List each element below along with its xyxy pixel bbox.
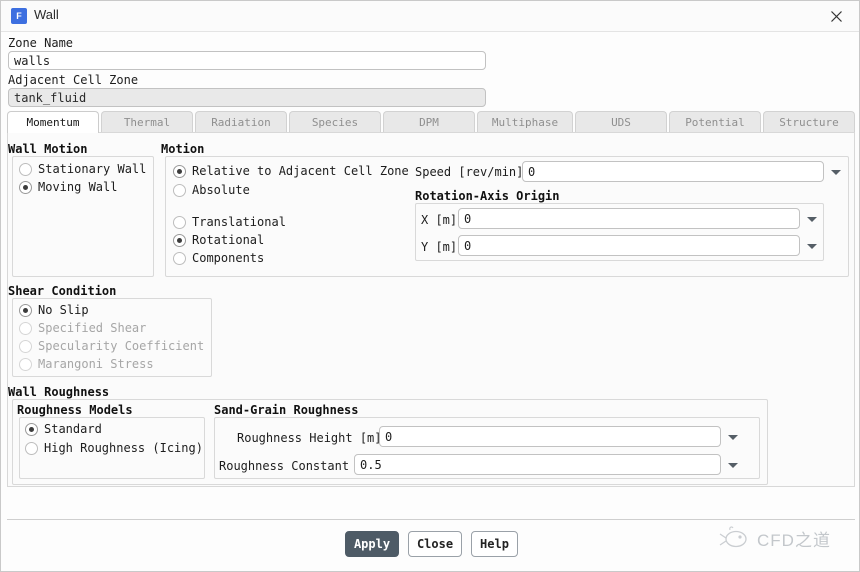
cfd-watermark: CFD之道 bbox=[719, 521, 851, 555]
radio-label: Moving Wall bbox=[38, 180, 118, 194]
cfd-logo-icon bbox=[719, 526, 747, 548]
radio-indicator bbox=[25, 441, 38, 455]
origin-y-label: Y [m] bbox=[421, 240, 458, 254]
roughness-height-label: Roughness Height [m] bbox=[237, 431, 382, 445]
origin-y-dropdown-chevron-down-icon[interactable] bbox=[804, 238, 820, 254]
roughness-height-dropdown-chevron-down-icon[interactable] bbox=[725, 429, 741, 445]
radio-high-roughness-icing[interactable]: High Roughness (Icing) bbox=[25, 441, 203, 455]
app-icon-letter: F bbox=[16, 10, 22, 21]
tab-uds[interactable]: UDS bbox=[575, 111, 667, 133]
zone-name-input[interactable]: walls bbox=[8, 51, 486, 70]
speed-label: Speed [rev/min] bbox=[415, 165, 524, 179]
radio-label: Relative to Adjacent Cell Zone bbox=[192, 164, 409, 178]
shear-condition-title: Shear Condition bbox=[8, 284, 117, 298]
radio-indicator bbox=[19, 162, 32, 176]
roughness-constant-input[interactable]: 0.5 bbox=[354, 454, 721, 475]
tab-potential[interactable]: Potential bbox=[669, 111, 761, 133]
origin-x-dropdown-chevron-down-icon[interactable] bbox=[804, 211, 820, 227]
tab-multiphase[interactable]: Multiphase bbox=[477, 111, 573, 133]
origin-x-input[interactable]: 0 bbox=[458, 208, 800, 229]
motion-title: Motion bbox=[161, 142, 205, 156]
help-button[interactable]: Help bbox=[471, 531, 518, 557]
radio-translational[interactable]: Translational bbox=[173, 215, 286, 229]
radio-specified-shear: Specified Shear bbox=[19, 321, 146, 335]
adjacent-cell-zone-label: Adjacent Cell Zone bbox=[8, 73, 139, 87]
speed-dropdown-chevron-down-icon[interactable] bbox=[828, 164, 844, 180]
fluent-app-icon: F bbox=[11, 8, 27, 24]
zone-name-label: Zone Name bbox=[8, 36, 74, 50]
radio-indicator bbox=[25, 422, 38, 436]
roughness-constant-dropdown-chevron-down-icon[interactable] bbox=[725, 457, 741, 473]
tab-strip: Momentum Thermal Radiation Species DPM M… bbox=[7, 111, 855, 133]
origin-y-input[interactable]: 0 bbox=[458, 235, 800, 256]
radio-stationary-wall[interactable]: Stationary Wall bbox=[19, 162, 146, 176]
radio-rotational[interactable]: Rotational bbox=[173, 233, 264, 247]
radio-label: Translational bbox=[192, 215, 286, 229]
radio-standard[interactable]: Standard bbox=[25, 422, 102, 436]
radio-components[interactable]: Components bbox=[173, 251, 264, 265]
roughness-height-input[interactable]: 0 bbox=[379, 426, 721, 447]
radio-specularity-coefficient: Specularity Coefficient bbox=[19, 339, 204, 353]
radio-label: Components bbox=[192, 251, 265, 265]
window-title: Wall bbox=[34, 7, 59, 22]
radio-marangoni-stress: Marangoni Stress bbox=[19, 357, 154, 371]
radio-relative-to-adjacent-cell-zone[interactable]: Relative to Adjacent Cell Zone bbox=[173, 164, 409, 178]
radio-label: Marangoni Stress bbox=[38, 357, 154, 371]
radio-label: No Slip bbox=[38, 303, 89, 317]
radio-label: Standard bbox=[44, 422, 102, 436]
radio-label: Specified Shear bbox=[38, 321, 147, 335]
wall-boundary-dialog: F Wall Zone Name walls Adjacent Cell Zon… bbox=[0, 0, 860, 572]
tab-thermal[interactable]: Thermal bbox=[101, 111, 193, 133]
close-icon[interactable] bbox=[815, 1, 857, 31]
sand-grain-roughness-title: Sand-Grain Roughness bbox=[214, 403, 359, 417]
title-bar: F Wall bbox=[1, 1, 859, 32]
watermark-text: CFD之道 bbox=[757, 530, 831, 550]
radio-indicator bbox=[19, 180, 32, 194]
radio-indicator bbox=[19, 321, 32, 335]
radio-label: High Roughness (Icing) bbox=[44, 441, 203, 455]
radio-indicator bbox=[173, 215, 186, 229]
wall-motion-title: Wall Motion bbox=[8, 142, 88, 156]
roughness-constant-label: Roughness Constant bbox=[219, 459, 350, 473]
rotation-axis-origin-title: Rotation-Axis Origin bbox=[415, 189, 560, 203]
tab-dpm[interactable]: DPM bbox=[383, 111, 475, 133]
tab-structure[interactable]: Structure bbox=[763, 111, 855, 133]
radio-indicator bbox=[173, 164, 186, 178]
apply-button[interactable]: Apply bbox=[345, 531, 399, 557]
radio-absolute[interactable]: Absolute bbox=[173, 183, 250, 197]
origin-x-label: X [m] bbox=[421, 213, 458, 227]
radio-indicator bbox=[173, 251, 186, 265]
radio-indicator bbox=[19, 303, 32, 317]
roughness-models-title: Roughness Models bbox=[17, 403, 133, 417]
radio-label: Stationary Wall bbox=[38, 162, 147, 176]
speed-input[interactable]: 0 bbox=[522, 161, 824, 182]
radio-label: Specularity Coefficient bbox=[38, 339, 205, 353]
tab-radiation[interactable]: Radiation bbox=[195, 111, 287, 133]
radio-indicator bbox=[173, 233, 186, 247]
radio-label: Rotational bbox=[192, 233, 265, 247]
footer-separator bbox=[7, 519, 855, 520]
adjacent-cell-zone-input: tank_fluid bbox=[8, 88, 486, 107]
tab-species[interactable]: Species bbox=[289, 111, 381, 133]
tab-momentum[interactable]: Momentum bbox=[7, 111, 99, 133]
radio-no-slip[interactable]: No Slip bbox=[19, 303, 89, 317]
radio-indicator bbox=[173, 183, 186, 197]
radio-indicator bbox=[19, 357, 32, 371]
wall-roughness-title: Wall Roughness bbox=[8, 385, 110, 399]
radio-label: Absolute bbox=[192, 183, 250, 197]
radio-moving-wall[interactable]: Moving Wall bbox=[19, 180, 117, 194]
close-button[interactable]: Close bbox=[408, 531, 462, 557]
radio-indicator bbox=[19, 339, 32, 353]
